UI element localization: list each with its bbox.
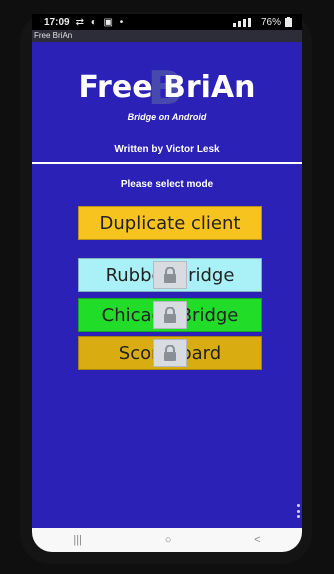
chicago-bridge-button[interactable]: Chicago Bridge bbox=[78, 298, 262, 332]
lock-icon bbox=[153, 261, 187, 289]
lock-icon bbox=[153, 339, 187, 367]
app-screen: B Free BriAn Bridge on Android Written b… bbox=[32, 42, 302, 528]
overflow-menu-icon[interactable] bbox=[296, 504, 300, 518]
app-subtitle: Bridge on Android bbox=[127, 112, 207, 122]
mode-prompt: Please select mode bbox=[120, 179, 214, 190]
battery-icon bbox=[285, 17, 292, 27]
recents-button[interactable]: ||| bbox=[73, 534, 82, 546]
window-title: Free BriAn bbox=[32, 30, 302, 42]
status-time: 17:09 bbox=[44, 16, 70, 28]
navigation-bar: ||| ○ < bbox=[32, 528, 302, 552]
status-right: 76% bbox=[232, 16, 292, 28]
lock-icon bbox=[153, 301, 187, 329]
status-bar: 17:09 ⇄ ◐ ▣ • 76% bbox=[32, 14, 302, 30]
home-button[interactable]: ○ bbox=[165, 534, 172, 546]
rubber-bridge-button[interactable]: Rubber Bridge bbox=[78, 258, 262, 292]
battery-percent: 76% bbox=[260, 16, 281, 28]
status-left-icons: ⇄ ◐ ▣ • bbox=[75, 16, 126, 28]
author-credit: Written by Victor Lesk bbox=[114, 144, 220, 155]
back-button[interactable]: < bbox=[254, 534, 260, 546]
scoreboard-button[interactable]: Scoreboard bbox=[78, 336, 262, 370]
signal-icon bbox=[232, 17, 251, 27]
divider bbox=[32, 162, 302, 164]
app-title: Free BriAn bbox=[78, 70, 256, 105]
duplicate-client-button[interactable]: Duplicate client bbox=[78, 206, 262, 240]
duplicate-client-label: Duplicate client bbox=[99, 212, 241, 234]
